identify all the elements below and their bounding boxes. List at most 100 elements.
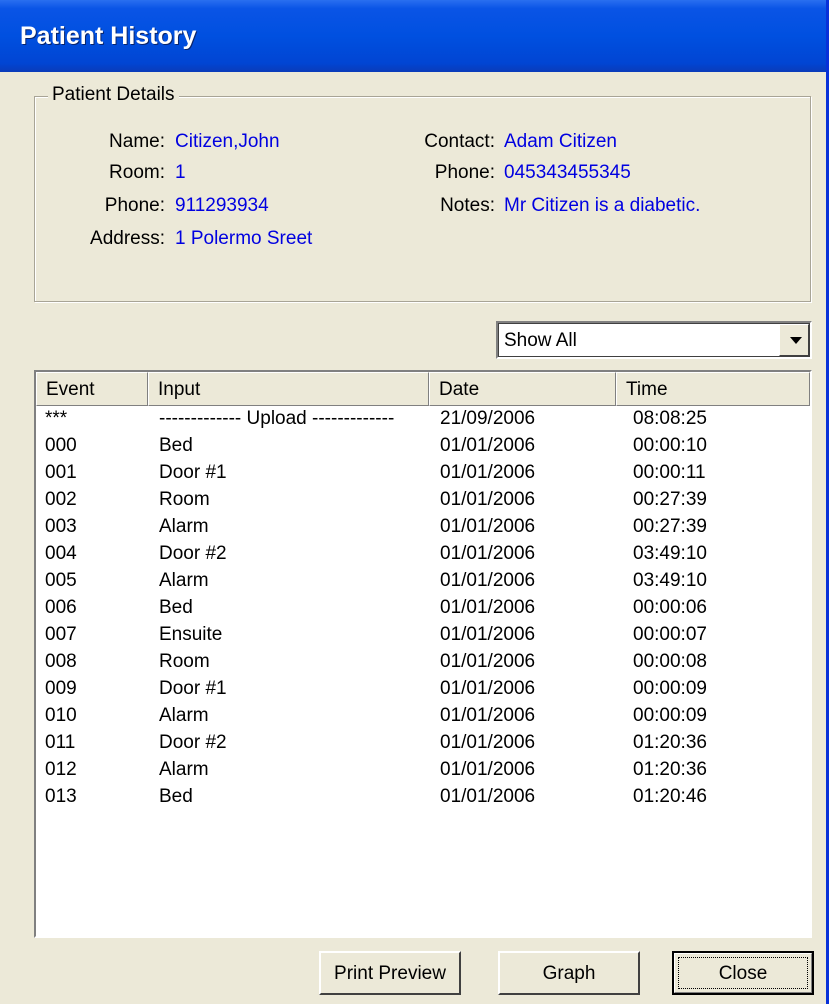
table-row[interactable]: 008 Room 01/01/2006 00:00:08 — [36, 651, 810, 678]
event-cell: 005 — [45, 570, 77, 591]
input-cell: Alarm — [159, 570, 209, 591]
address-label: Address: — [90, 228, 165, 249]
name-value: Citizen,John — [175, 131, 280, 152]
date-cell: 01/01/2006 — [440, 570, 536, 591]
print-preview-button[interactable]: Print Preview — [319, 951, 461, 995]
date-cell: 01/01/2006 — [440, 732, 536, 753]
event-cell: 003 — [45, 516, 77, 537]
close-button[interactable]: Close — [672, 951, 814, 995]
input-cell: Door #2 — [159, 732, 227, 753]
close-label: Close — [718, 963, 768, 984]
table-row[interactable]: 009 Door #1 01/01/2006 00:00:09 — [36, 678, 810, 705]
event-cell: 002 — [45, 489, 77, 510]
input-cell: Ensuite — [159, 624, 223, 645]
table-row[interactable]: 004 Door #2 01/01/2006 03:49:10 — [36, 543, 810, 570]
phone-value: 911293934 — [175, 195, 269, 216]
event-cell: 007 — [45, 624, 77, 645]
title-bar[interactable]: Patient History — [0, 0, 826, 72]
list-rows: *** ------------- Upload ------------- 21/… — [36, 408, 810, 813]
list-header: Event Input Date Time — [36, 372, 810, 406]
date-cell: 01/01/2006 — [440, 516, 536, 537]
date-cell: 01/01/2006 — [440, 462, 536, 483]
table-row[interactable]: 007 Ensuite 01/01/2006 00:00:07 — [36, 624, 810, 651]
time-cell: 01:20:46 — [633, 786, 707, 807]
time-cell: 00:27:39 — [633, 516, 707, 537]
time-cell: 00:00:11 — [633, 462, 706, 483]
time-cell: 00:00:08 — [633, 651, 707, 672]
filter-dropdown-value: Show All — [504, 330, 577, 351]
print-preview-label: Print Preview — [334, 963, 446, 984]
input-cell: Door #2 — [159, 543, 227, 564]
time-cell: 08:08:25 — [633, 408, 707, 429]
date-cell: 01/01/2006 — [440, 435, 536, 456]
contact-phone-label: Phone: — [434, 162, 495, 183]
notes-label: Notes: — [440, 195, 495, 216]
input-cell: Alarm — [159, 759, 209, 780]
date-cell: 01/01/2006 — [440, 705, 536, 726]
contact-value: Adam Citizen — [504, 131, 617, 152]
date-cell: 01/01/2006 — [440, 759, 536, 780]
column-header-time[interactable]: Time — [616, 372, 810, 406]
column-header-date[interactable]: Date — [429, 372, 616, 406]
event-cell: 000 — [45, 435, 77, 456]
event-cell: 004 — [45, 543, 77, 564]
table-row[interactable]: 003 Alarm 01/01/2006 00:27:39 — [36, 516, 810, 543]
input-cell: Room — [159, 651, 210, 672]
column-header-event[interactable]: Event — [36, 372, 148, 406]
graph-button[interactable]: Graph — [498, 951, 640, 995]
table-row[interactable]: 013 Bed 01/01/2006 01:20:46 — [36, 786, 810, 813]
event-cell: 001 — [45, 462, 77, 483]
event-list[interactable]: Event Input Date Time *** ------------- U… — [34, 370, 812, 938]
event-cell: 006 — [45, 597, 77, 618]
column-header-input[interactable]: Input — [148, 372, 429, 406]
time-cell: 01:20:36 — [633, 732, 707, 753]
table-row[interactable]: 002 Room 01/01/2006 00:27:39 — [36, 489, 810, 516]
time-cell: 03:49:10 — [633, 543, 707, 564]
time-cell: 00:00:10 — [633, 435, 707, 456]
input-cell: Bed — [159, 597, 193, 618]
input-cell: Door #1 — [159, 462, 227, 483]
event-cell: 008 — [45, 651, 77, 672]
date-cell: 01/01/2006 — [440, 489, 536, 510]
patient-history-window: Patient History Patient Details Name: Ci… — [0, 0, 829, 1004]
filter-dropdown[interactable]: Show All — [496, 321, 812, 359]
date-cell: 01/01/2006 — [440, 597, 536, 618]
table-row[interactable]: 012 Alarm 01/01/2006 01:20:36 — [36, 759, 810, 786]
contact-phone-value: 045343455345 — [504, 162, 631, 183]
time-cell: 00:27:39 — [633, 489, 707, 510]
date-cell: 01/01/2006 — [440, 678, 536, 699]
input-cell: Alarm — [159, 705, 209, 726]
event-cell: 013 — [45, 786, 77, 807]
input-cell: Alarm — [159, 516, 209, 537]
table-row[interactable]: 000 Bed 01/01/2006 00:00:10 — [36, 435, 810, 462]
room-label: Room: — [109, 162, 165, 183]
date-cell: 01/01/2006 — [440, 651, 536, 672]
graph-label: Graph — [542, 963, 596, 984]
room-value: 1 — [175, 162, 186, 183]
event-cell: 010 — [45, 705, 77, 726]
dropdown-button[interactable] — [779, 324, 809, 356]
date-cell: 01/01/2006 — [440, 786, 536, 807]
address-value: 1 Polermo Sreet — [175, 228, 313, 249]
chevron-down-icon — [790, 337, 802, 344]
table-row[interactable]: 006 Bed 01/01/2006 00:00:06 — [36, 597, 810, 624]
table-row[interactable]: 010 Alarm 01/01/2006 00:00:09 — [36, 705, 810, 732]
table-row[interactable]: 011 Door #2 01/01/2006 01:20:36 — [36, 732, 810, 759]
time-cell: 00:00:09 — [633, 705, 707, 726]
date-cell: 01/01/2006 — [440, 543, 536, 564]
date-cell: 01/01/2006 — [440, 624, 536, 645]
event-cell: 012 — [45, 759, 77, 780]
table-row[interactable]: 005 Alarm 01/01/2006 03:49:10 — [36, 570, 810, 597]
event-cell: *** — [45, 408, 68, 429]
event-cell: 011 — [45, 732, 76, 753]
phone-label: Phone: — [104, 195, 165, 216]
input-cell: ------------- Upload ------------- — [159, 408, 395, 429]
date-cell: 21/09/2006 — [440, 408, 536, 429]
table-row[interactable]: *** ------------- Upload ------------- 21/… — [36, 408, 810, 435]
contact-label: Contact: — [424, 131, 495, 152]
input-cell: Door #1 — [159, 678, 227, 699]
table-row[interactable]: 001 Door #1 01/01/2006 00:00:11 — [36, 462, 810, 489]
time-cell: 00:00:07 — [633, 624, 707, 645]
time-cell: 03:49:10 — [633, 570, 707, 591]
input-cell: Room — [159, 489, 210, 510]
